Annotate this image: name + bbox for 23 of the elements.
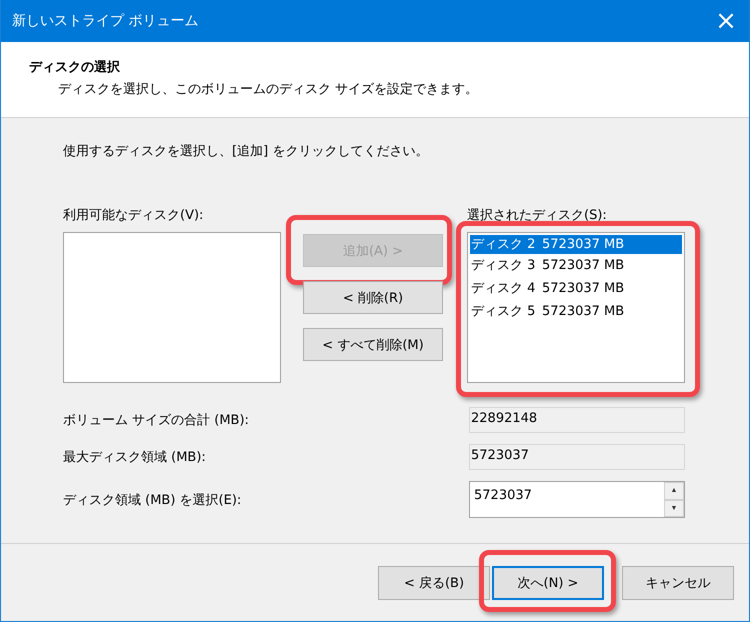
field-label: 最大ディスク領域 (MB): (63, 449, 207, 466)
page-heading: ディスクの選択 (29, 59, 121, 76)
list-label: 選択されたディスク(S): (467, 207, 608, 224)
close-button[interactable]: × (703, 0, 749, 42)
wizard-button[interactable]: 次へ(N) > (492, 566, 604, 600)
readonly-field: 22892148 (469, 407, 685, 433)
field-label: ディスク領域 (MB) を選択(E): (63, 492, 242, 508)
field-label: ボリューム サイズの合計 (MB): (63, 412, 250, 429)
instruction-text: 使用するディスクを選択し、[追加] をクリックしてください。 (63, 143, 430, 160)
wizard-button[interactable]: < 戻る(B) (378, 566, 490, 600)
disk-list-item[interactable]: ディスク 4 5723037 MB (468, 277, 684, 300)
window-title: 新しいストライプ ボリューム (12, 12, 198, 30)
disk-list-item[interactable]: ディスク 3 5723037 MB (468, 254, 684, 277)
action-button[interactable]: < すべて削除(M) (303, 328, 443, 361)
list-label: 利用可能なディスク(V): (63, 207, 204, 224)
available-disk-list[interactable] (63, 232, 281, 383)
action-button[interactable]: < 削除(R) (303, 281, 443, 314)
readonly-field: 5723037 (469, 444, 685, 470)
disk-list-item[interactable]: ディスク 2 5723037 MB (470, 235, 682, 254)
page-description: ディスクを選択し、このボリュームのディスク サイズを設定できます。 (58, 81, 480, 98)
wizard-button[interactable]: キャンセル (622, 566, 734, 600)
selected-disk-list[interactable]: ディスク 2 5723037 MB ディスク 3 5723037 MB ディスク 4 5723037 MB ディスク 5 5723037 MB (467, 232, 685, 383)
disk-list-item[interactable]: ディスク 5 5723037 MB (468, 300, 684, 323)
